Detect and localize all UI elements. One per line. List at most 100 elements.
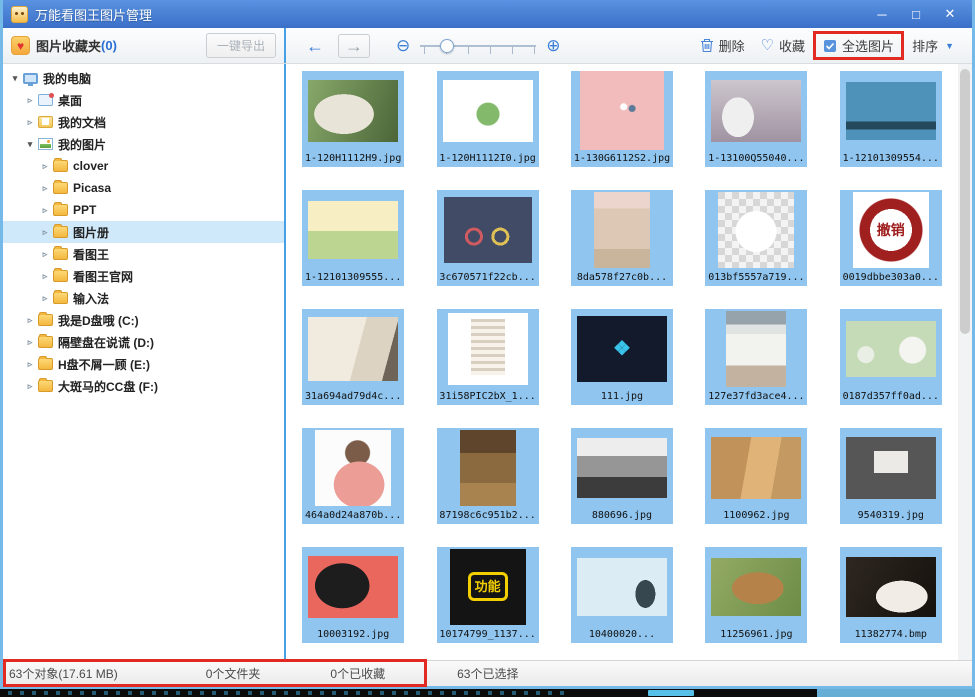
image-tile-selected[interactable]: 1-12101309555... bbox=[302, 190, 404, 286]
image-item[interactable]: 1-12101309555... bbox=[302, 190, 404, 309]
image-item[interactable]: 3c670571f22cb... bbox=[437, 190, 539, 309]
expand-arrow-icon[interactable]: ▹ bbox=[24, 95, 36, 106]
app-window: 万能看图王图片管理 ─ □ ✕ 图片收藏夹 (0) 一键导出 ← → ⊖ bbox=[0, 0, 975, 689]
tree-item[interactable]: ▾我的图片 bbox=[3, 133, 284, 155]
image-tile-selected[interactable]: 10003192.jpg bbox=[302, 547, 404, 643]
tree-item[interactable]: ▹桌面 bbox=[3, 89, 284, 111]
expand-arrow-icon[interactable]: ▹ bbox=[39, 205, 51, 216]
tree-item[interactable]: ▹H盘不屑一顾 (E:) bbox=[3, 353, 284, 375]
expand-arrow-icon[interactable]: ▹ bbox=[39, 161, 51, 172]
image-tile-selected[interactable]: 9540319.jpg bbox=[840, 428, 942, 524]
delete-button[interactable]: 删除 bbox=[692, 32, 753, 59]
image-tile-selected[interactable]: 1-120H1112H9.jpg bbox=[302, 71, 404, 167]
image-tile-selected[interactable]: 87198c6c951b2... bbox=[437, 428, 539, 524]
image-tile-selected[interactable]: 3c670571f22cb... bbox=[437, 190, 539, 286]
image-item[interactable]: 11382774.bmp bbox=[840, 547, 942, 660]
image-item[interactable]: 31a694ad79d4c... bbox=[302, 309, 404, 428]
image-item[interactable]: ❖111.jpg bbox=[571, 309, 673, 428]
back-button[interactable]: ← bbox=[300, 35, 330, 57]
thumbnail-size-slider[interactable] bbox=[420, 37, 536, 55]
image-item[interactable]: 0187d357ff0ad... bbox=[840, 309, 942, 428]
image-filename: 1-12101309554... bbox=[843, 150, 939, 167]
image-tile-selected[interactable]: 31i58PIC2bX_1... bbox=[437, 309, 539, 405]
slider-knob[interactable] bbox=[440, 39, 454, 53]
image-item[interactable]: 1-120H1112I0.jpg bbox=[437, 71, 539, 190]
tree-item[interactable]: ▹隔壁盘在说谎 (D:) bbox=[3, 331, 284, 353]
tree-item[interactable]: ▹Picasa bbox=[3, 177, 284, 199]
image-item[interactable]: 127e37fd3ace4... bbox=[705, 309, 807, 428]
image-item[interactable]: 31i58PIC2bX_1... bbox=[437, 309, 539, 428]
expand-arrow-icon[interactable]: ▹ bbox=[24, 315, 36, 326]
expand-arrow-icon[interactable]: ▹ bbox=[39, 249, 51, 260]
computer-icon bbox=[23, 73, 38, 84]
image-tile-selected[interactable]: 10400020... bbox=[571, 547, 673, 643]
image-tile-selected[interactable]: 127e37fd3ace4... bbox=[705, 309, 807, 405]
vertical-scrollbar[interactable] bbox=[958, 64, 972, 660]
tree-item[interactable]: ▹PPT bbox=[3, 199, 284, 221]
favorite-button[interactable]: ♡ 收藏 bbox=[753, 32, 813, 59]
image-tile-selected[interactable]: 31a694ad79d4c... bbox=[302, 309, 404, 405]
minimize-button[interactable]: ─ bbox=[868, 4, 896, 24]
image-tile-selected[interactable]: 1-130G6112S2.jpg bbox=[571, 71, 673, 167]
image-item[interactable]: 880696.jpg bbox=[571, 428, 673, 547]
image-item[interactable]: 9540319.jpg bbox=[840, 428, 942, 547]
expand-arrow-icon[interactable]: ▹ bbox=[39, 293, 51, 304]
tree-item[interactable]: ▾我的电脑 bbox=[3, 67, 284, 89]
image-item[interactable]: 1-12101309554... bbox=[840, 71, 942, 190]
close-button[interactable]: ✕ bbox=[936, 4, 964, 24]
tree-item[interactable]: ▹大斑马的CC盘 (F:) bbox=[3, 375, 284, 397]
expand-arrow-icon[interactable]: ▹ bbox=[24, 117, 36, 128]
zoom-out-button[interactable]: ⊖ bbox=[396, 37, 410, 54]
image-item[interactable]: 1-130G6112S2.jpg bbox=[571, 71, 673, 190]
maximize-button[interactable]: □ bbox=[902, 4, 930, 24]
image-item[interactable]: 1100962.jpg bbox=[705, 428, 807, 547]
expand-arrow-icon[interactable]: ▹ bbox=[39, 183, 51, 194]
image-tile-selected[interactable]: 1100962.jpg bbox=[705, 428, 807, 524]
image-tile-selected[interactable]: 880696.jpg bbox=[571, 428, 673, 524]
image-filename: 1-12101309555... bbox=[305, 269, 401, 286]
image-item[interactable]: 功能10174799_1137... bbox=[437, 547, 539, 660]
image-tile-selected[interactable]: 1-120H1112I0.jpg bbox=[437, 71, 539, 167]
select-all-button[interactable]: 全选图片 bbox=[813, 31, 904, 60]
sort-button[interactable]: 排序 ▼ bbox=[904, 32, 962, 59]
image-item[interactable]: 10400020... bbox=[571, 547, 673, 660]
tree-item[interactable]: ▹输入法 bbox=[3, 287, 284, 309]
tree-item[interactable]: ▹图片册 bbox=[3, 221, 284, 243]
tree-item[interactable]: ▹我是D盘哦 (C:) bbox=[3, 309, 284, 331]
forward-button[interactable]: → bbox=[338, 34, 370, 58]
image-tile-selected[interactable]: 8da578f27c0b... bbox=[571, 190, 673, 286]
image-tile-selected[interactable]: ❖111.jpg bbox=[571, 309, 673, 405]
scrollbar-thumb[interactable] bbox=[960, 69, 970, 334]
collapse-arrow-icon[interactable]: ▾ bbox=[9, 73, 21, 84]
expand-arrow-icon[interactable]: ▹ bbox=[24, 337, 36, 348]
image-tile-selected[interactable]: 功能10174799_1137... bbox=[437, 547, 539, 643]
image-tile-selected[interactable]: 1-13100Q55040... bbox=[705, 71, 807, 167]
tree-item[interactable]: ▹看图王官网 bbox=[3, 265, 284, 287]
image-tile-selected[interactable]: 013bf5557a719... bbox=[705, 190, 807, 286]
tree-item[interactable]: ▹看图王 bbox=[3, 243, 284, 265]
image-item[interactable]: 8da578f27c0b... bbox=[571, 190, 673, 309]
image-item[interactable]: 1-13100Q55040... bbox=[705, 71, 807, 190]
image-item[interactable]: 013bf5557a719... bbox=[705, 190, 807, 309]
tree-item[interactable]: ▹clover bbox=[3, 155, 284, 177]
expand-arrow-icon[interactable]: ▹ bbox=[24, 359, 36, 370]
image-tile-selected[interactable]: 464a0d24a870b... bbox=[302, 428, 404, 524]
image-tile-selected[interactable]: 撤销0019dbbe303a0... bbox=[840, 190, 942, 286]
image-tile-selected[interactable]: 0187d357ff0ad... bbox=[840, 309, 942, 405]
image-item[interactable]: 1-120H1112H9.jpg bbox=[302, 71, 404, 190]
image-tile-selected[interactable]: 11382774.bmp bbox=[840, 547, 942, 643]
tree-item[interactable]: ▹我的文档 bbox=[3, 111, 284, 133]
expand-arrow-icon[interactable]: ▹ bbox=[24, 381, 36, 392]
image-item[interactable]: 撤销0019dbbe303a0... bbox=[840, 190, 942, 309]
image-item[interactable]: 464a0d24a870b... bbox=[302, 428, 404, 547]
image-item[interactable]: 87198c6c951b2... bbox=[437, 428, 539, 547]
image-tile-selected[interactable]: 11256961.jpg bbox=[705, 547, 807, 643]
expand-arrow-icon[interactable]: ▹ bbox=[39, 271, 51, 282]
image-tile-selected[interactable]: 1-12101309554... bbox=[840, 71, 942, 167]
image-item[interactable]: 11256961.jpg bbox=[705, 547, 807, 660]
zoom-in-button[interactable]: ⊕ bbox=[546, 37, 560, 54]
expand-arrow-icon[interactable]: ▹ bbox=[39, 227, 51, 238]
export-button[interactable]: 一键导出 bbox=[206, 33, 276, 58]
image-item[interactable]: 10003192.jpg bbox=[302, 547, 404, 660]
collapse-arrow-icon[interactable]: ▾ bbox=[24, 139, 36, 150]
